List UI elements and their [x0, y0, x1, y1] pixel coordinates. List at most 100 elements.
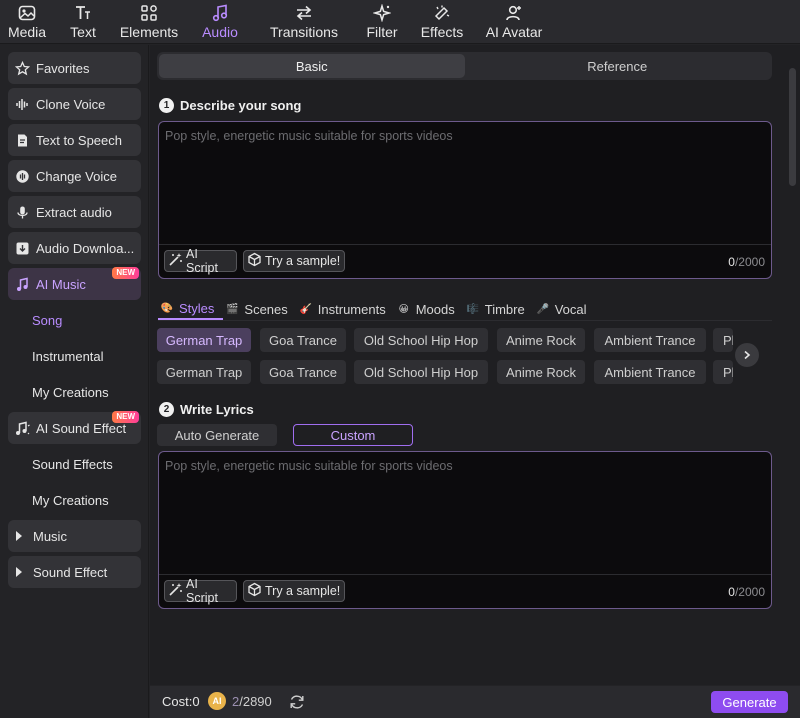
tab-reference[interactable]: Reference: [465, 54, 771, 78]
char-counter: 0/2000: [728, 585, 765, 599]
effects-icon: [432, 4, 452, 22]
tab-vocal[interactable]: 🎤 Vocal: [534, 299, 596, 320]
style-chip[interactable]: German Trap: [157, 328, 251, 352]
tab-basic[interactable]: Basic: [159, 54, 465, 78]
sidebar-item-change-voice[interactable]: Change Voice: [8, 160, 141, 192]
bottom-bar: Cost:0 AI 2/2890 Generate: [150, 686, 800, 718]
scrollbar[interactable]: [789, 68, 796, 186]
tab-moods[interactable]: 😀 Moods: [395, 299, 464, 320]
sidebar-item-text-to-speech[interactable]: Text to Speech: [8, 124, 141, 156]
ai-script-button[interactable]: AI Script: [164, 577, 237, 605]
lyrics-textarea[interactable]: Pop style, energetic music suitable for …: [158, 451, 772, 609]
sidebar-item-label: My Creations: [32, 384, 109, 400]
ai-script-button[interactable]: AI Script: [164, 247, 237, 275]
caret-right-icon: [16, 567, 22, 577]
sidebar-item-favorites[interactable]: Favorites: [8, 52, 141, 84]
toolbar-ai-avatar[interactable]: AI Avatar: [474, 0, 554, 43]
style-chip[interactable]: Anime Rock: [497, 360, 585, 384]
toolbar-transitions[interactable]: Transitions: [254, 0, 354, 43]
toolbar-filter[interactable]: Filter: [354, 0, 410, 43]
sidebar-item-ai-music[interactable]: AI Music NEW: [8, 267, 141, 300]
vocal-icon: 🎤: [536, 304, 549, 315]
step-number: 1: [159, 98, 174, 113]
tab-timbre[interactable]: 🎼 Timbre: [464, 299, 534, 320]
toolbar-effects[interactable]: Effects: [410, 0, 474, 43]
magic-wand-icon: [168, 582, 183, 600]
sidebar-item-music[interactable]: Music: [8, 520, 141, 552]
sidebar-item-audio-download[interactable]: Audio Downloa...: [8, 232, 141, 264]
style-chip[interactable]: Pl: [713, 328, 733, 352]
custom-button[interactable]: Custom: [293, 424, 413, 446]
style-chip[interactable]: German Trap: [157, 360, 251, 384]
style-chip[interactable]: Ambient Trance: [594, 360, 706, 384]
tab-label: Styles: [179, 301, 215, 316]
sidebar-item-sound-effect[interactable]: Sound Effect: [8, 556, 141, 588]
toolbar-audio[interactable]: Audio: [186, 0, 254, 43]
chevron-right-icon: [742, 348, 752, 363]
toolbar-text[interactable]: Text: [54, 0, 112, 43]
refresh-icon[interactable]: [288, 693, 306, 711]
char-count: 0: [728, 255, 735, 269]
mood-icon: 😀: [398, 304, 409, 315]
text-icon: [73, 4, 93, 22]
new-badge: NEW: [112, 267, 139, 279]
audio-icon: [210, 4, 230, 22]
cube-icon: [247, 252, 262, 270]
generate-button[interactable]: Generate: [711, 691, 788, 713]
microphone-icon: [14, 204, 30, 220]
sidebar-subitem-instrumental[interactable]: Instrumental: [8, 340, 141, 372]
style-chip[interactable]: Old School Hip Hop: [354, 328, 488, 352]
sidebar-item-clone-voice[interactable]: Clone Voice: [8, 88, 141, 120]
scroll-chips-right-button[interactable]: [735, 343, 759, 367]
document-speech-icon: [14, 132, 30, 148]
lyrics-section-title: 2 Write Lyrics: [159, 402, 254, 417]
main-panel: Basic Reference 1 Describe your song Pop…: [150, 45, 800, 685]
try-sample-button[interactable]: Try a sample!: [243, 250, 345, 272]
sidebar: Favorites Clone Voice Text to Speech Cha…: [0, 45, 149, 718]
sidebar-item-label: Text to Speech: [36, 132, 122, 148]
style-chip[interactable]: Anime Rock: [497, 328, 585, 352]
sidebar-item-label: Sound Effects: [32, 456, 113, 472]
sidebar-item-label: Change Voice: [36, 168, 117, 184]
toolbar-label: Transitions: [270, 23, 338, 40]
try-sample-button[interactable]: Try a sample!: [243, 580, 345, 602]
lyrics-placeholder: Pop style, energetic music suitable for …: [165, 459, 453, 473]
sidebar-item-label: Favorites: [36, 60, 90, 76]
sidebar-subitem-sound-effects[interactable]: Sound Effects: [8, 448, 141, 480]
tab-scenes[interactable]: 🎬 Scenes: [223, 299, 296, 320]
toolbar-media[interactable]: Media: [0, 0, 54, 43]
sidebar-item-ai-sound-effect[interactable]: AI Sound Effect NEW: [8, 411, 141, 444]
caret-right-icon: [16, 531, 22, 541]
cost-label: Cost:0: [162, 694, 200, 709]
scenes-icon: 🎬: [226, 304, 239, 315]
sidebar-item-label: Sound Effect: [33, 564, 108, 580]
ai-avatar-icon: [504, 4, 524, 22]
toolbar-label: AI Avatar: [485, 23, 543, 40]
style-chip[interactable]: Goa Trance: [260, 328, 346, 352]
describe-textarea[interactable]: Pop style, energetic music suitable for …: [158, 121, 772, 279]
tab-styles[interactable]: 🎨 Styles: [158, 299, 224, 320]
sidebar-subitem-my-creations-2[interactable]: My Creations: [8, 484, 141, 516]
sidebar-subitem-my-creations[interactable]: My Creations: [8, 376, 141, 408]
char-count: 0: [728, 585, 735, 599]
try-sample-label: Try a sample!: [265, 584, 341, 598]
char-counter: 0/2000: [728, 255, 765, 269]
ai-script-label: AI Script: [186, 577, 218, 605]
style-chip[interactable]: Ambient Trance: [594, 328, 706, 352]
toolbar-elements[interactable]: Elements: [112, 0, 186, 43]
style-chip[interactable]: Old School Hip Hop: [354, 360, 488, 384]
style-chip[interactable]: Pl: [713, 360, 733, 384]
filter-icon: [372, 3, 392, 22]
sidebar-item-label: Extract audio: [36, 204, 112, 220]
sidebar-subitem-song[interactable]: Song: [8, 304, 141, 336]
sidebar-item-label: My Creations: [32, 492, 109, 508]
describe-section-title: 1 Describe your song: [159, 98, 301, 113]
tab-label: Instruments: [317, 302, 386, 317]
star-icon: [14, 60, 30, 76]
sidebar-item-extract-audio[interactable]: Extract audio: [8, 196, 141, 228]
credits-total: /2890: [239, 694, 272, 709]
download-icon: [14, 240, 30, 256]
tab-instruments[interactable]: 🎸 Instruments: [297, 299, 395, 320]
auto-generate-button[interactable]: Auto Generate: [157, 424, 277, 446]
style-chip[interactable]: Goa Trance: [260, 360, 346, 384]
